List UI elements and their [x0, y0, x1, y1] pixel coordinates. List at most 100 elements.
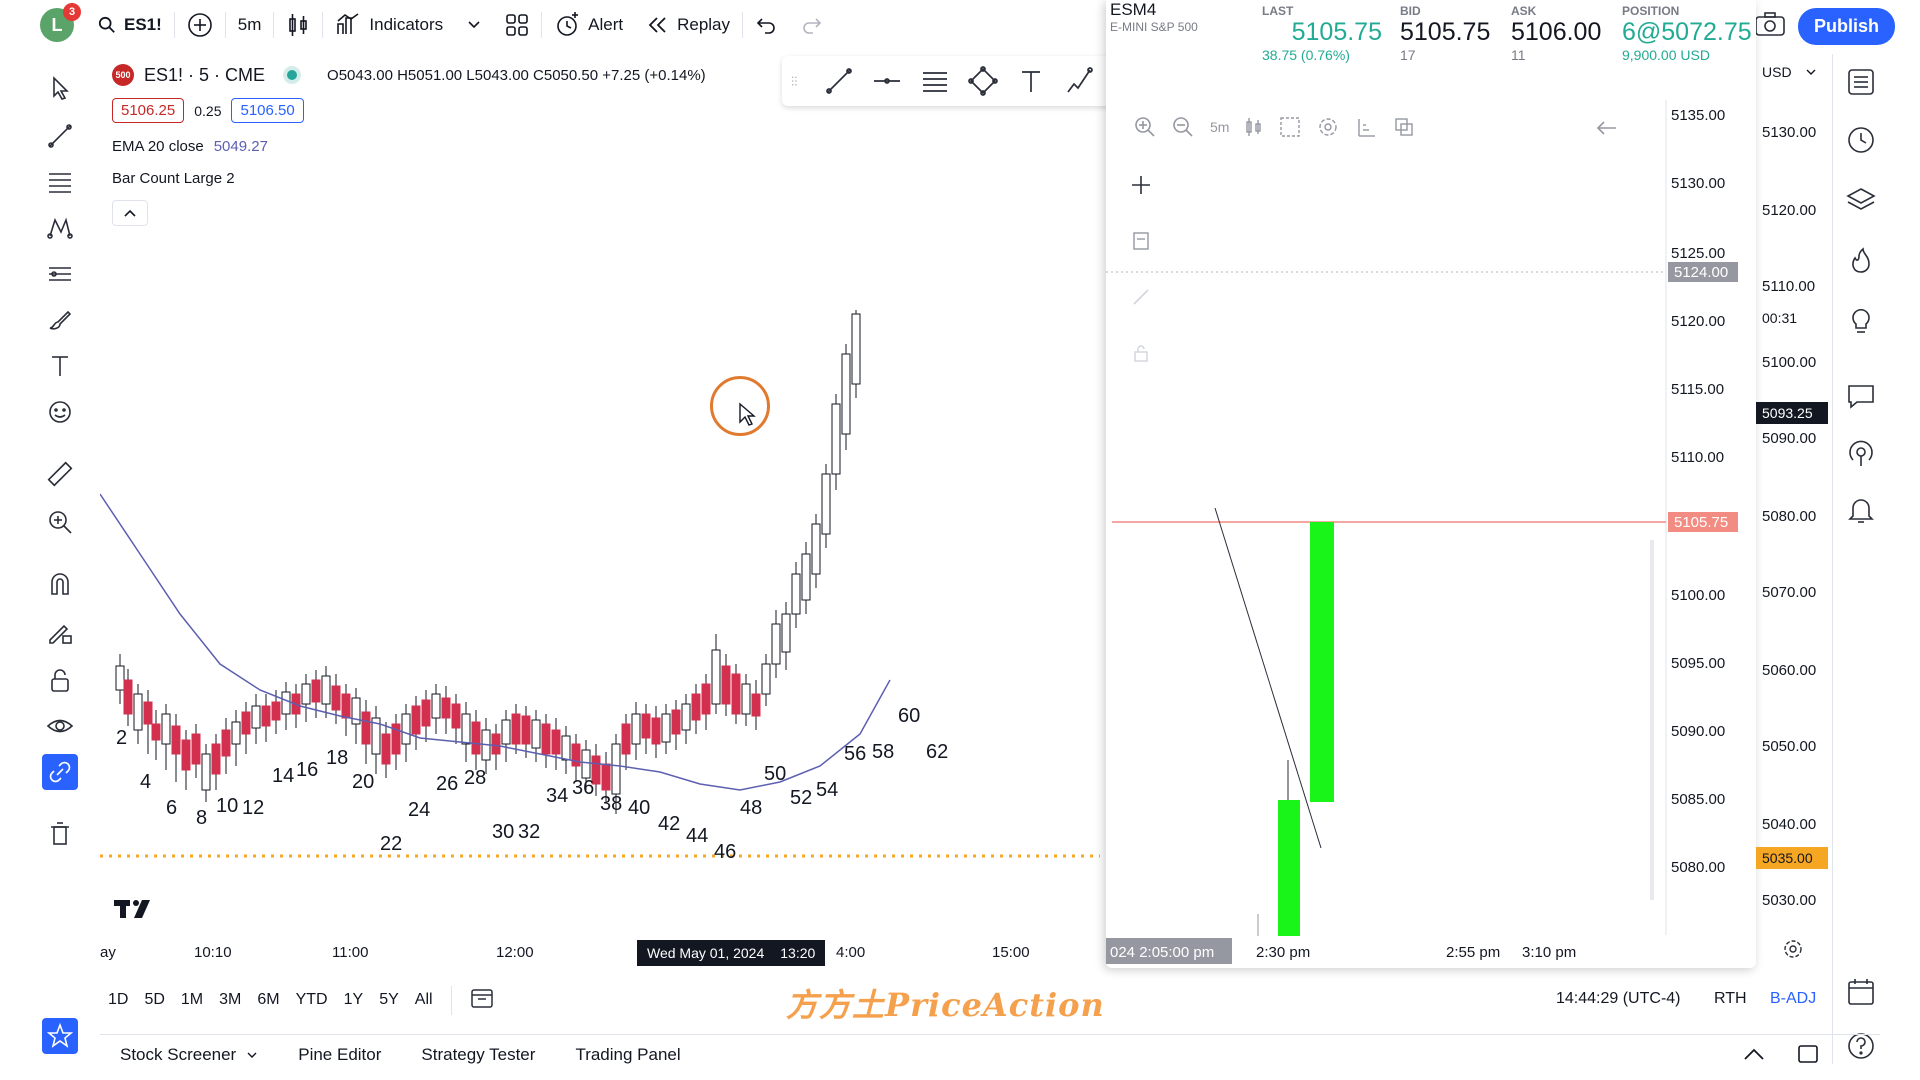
- redo-button[interactable]: [789, 5, 835, 45]
- streams-button[interactable]: [1845, 438, 1881, 474]
- range-5y[interactable]: 5Y: [371, 991, 407, 1009]
- range-all[interactable]: All: [407, 991, 441, 1009]
- range-1d[interactable]: 1D: [100, 991, 136, 1009]
- candle-body: [221, 729, 231, 757]
- avatar[interactable]: L 3: [40, 3, 81, 42]
- ideas-button[interactable]: [1845, 304, 1881, 340]
- sync-drawings-tool[interactable]: [42, 754, 78, 790]
- range-5d[interactable]: 5D: [136, 991, 172, 1009]
- crosshair-time-label: Wed May 01, 2024 13:20: [637, 940, 826, 966]
- main-chart[interactable]: 500 ES1! · 5 · CME O5043.00 H5051.00 L50…: [100, 54, 1100, 934]
- star-icon: [46, 1022, 74, 1048]
- hotlists-button[interactable]: [1845, 244, 1881, 280]
- user-menu[interactable]: L 3: [28, 3, 86, 45]
- fib-tool[interactable]: [42, 164, 78, 200]
- favorites-button[interactable]: [42, 1018, 78, 1054]
- text-icon: [52, 356, 68, 376]
- session-button[interactable]: RTH: [1714, 990, 1747, 1008]
- measure-tool[interactable]: [42, 456, 78, 492]
- candle-body: [781, 613, 791, 653]
- fib-lines-icon[interactable]: [920, 66, 950, 96]
- candle-body: [831, 403, 841, 475]
- magnet-tool[interactable]: [42, 566, 78, 602]
- publish-button[interactable]: Publish: [1798, 8, 1896, 45]
- undo-button[interactable]: [743, 5, 789, 45]
- snapshot-button[interactable]: [1754, 10, 1792, 40]
- candle-body: [711, 649, 721, 705]
- gear-icon[interactable]: [1782, 938, 1804, 960]
- candle-body: [761, 663, 771, 695]
- clock[interactable]: 14:44:29 (UTC-4): [1556, 990, 1681, 1008]
- tradingview-app: L 3 ES1! 5m Indicators Alert Replay Publ…: [0, 0, 1920, 1080]
- brush-tool[interactable]: [42, 302, 78, 338]
- layout-button[interactable]: [493, 5, 541, 45]
- chat-button[interactable]: [1845, 380, 1881, 416]
- forecast-tool[interactable]: [42, 256, 78, 292]
- bar-count-label: 30: [492, 821, 514, 843]
- stay-drawing-tool[interactable]: [42, 614, 78, 650]
- indicators-button[interactable]: Indicators: [323, 5, 455, 45]
- indicators-icon: [337, 13, 359, 34]
- bar-count-label: 12: [242, 797, 264, 819]
- text-icon[interactable]: [1016, 66, 1046, 96]
- indicators-dropdown[interactable]: [455, 5, 493, 45]
- dom-panel[interactable]: ESM4 E-MINI S&P 500 LAST 5105.75 38.75 (…: [1106, 0, 1756, 968]
- lock-drawings-tool[interactable]: [42, 662, 78, 698]
- candle-body: [791, 573, 801, 615]
- range-6m[interactable]: 6M: [249, 991, 287, 1009]
- delete-drawings-tool[interactable]: [42, 816, 78, 852]
- chevron-down-icon: [468, 21, 480, 29]
- candle-body: [751, 693, 761, 717]
- range-bar: 1D 5D 1M 3M 6M YTD 1Y 5Y All 方方土PriceAct…: [100, 982, 1880, 1024]
- price-scale[interactable]: USD 5130.00 5120.00 5110.00 5100.00 5090.00 5…: [1756, 54, 1830, 958]
- cursor-tool[interactable]: [42, 70, 78, 106]
- pattern-icon[interactable]: [968, 66, 998, 96]
- interval-button[interactable]: 5m: [226, 5, 274, 45]
- trendline-tool[interactable]: [42, 118, 78, 154]
- currency-select[interactable]: USD: [1762, 64, 1816, 80]
- tab-stock-screener[interactable]: Stock Screener: [100, 1045, 278, 1065]
- smiley-icon: [49, 401, 71, 423]
- time-label: 12:00: [496, 944, 534, 961]
- pattern-tool[interactable]: [42, 210, 78, 246]
- hide-drawings-tool[interactable]: [42, 708, 78, 744]
- watchlist-button[interactable]: [1845, 66, 1881, 102]
- candle-body: [191, 733, 201, 765]
- tab-strategy-tester[interactable]: Strategy Tester: [401, 1045, 555, 1065]
- range-3m[interactable]: 3M: [211, 991, 249, 1009]
- indicators-label: Indicators: [369, 15, 444, 34]
- range-1m[interactable]: 1M: [173, 991, 211, 1009]
- chart-type-button[interactable]: [274, 5, 322, 45]
- camera-icon: [1755, 12, 1785, 36]
- text-tool[interactable]: [42, 348, 78, 384]
- replay-button[interactable]: Replay: [635, 5, 742, 45]
- trendline-icon[interactable]: [824, 66, 854, 96]
- compare-button[interactable]: [175, 5, 225, 45]
- notifications-button[interactable]: [1845, 494, 1881, 530]
- emoji-tool[interactable]: [42, 394, 78, 430]
- bar-count-label: 32: [518, 821, 540, 843]
- maximize-icon[interactable]: [1796, 1043, 1820, 1065]
- range-1y[interactable]: 1Y: [336, 991, 372, 1009]
- drag-handle-icon[interactable]: [790, 66, 806, 96]
- layers-button[interactable]: [1845, 184, 1881, 220]
- bar-count-label: 8: [196, 807, 207, 829]
- path-icon[interactable]: [1064, 66, 1094, 96]
- alerts-button[interactable]: [1845, 124, 1881, 160]
- alert-label: Alert: [588, 15, 624, 34]
- zoom-tool[interactable]: [42, 504, 78, 540]
- alert-button[interactable]: Alert: [542, 5, 635, 45]
- goto-date-button[interactable]: [450, 985, 502, 1015]
- adjust-button[interactable]: B-ADJ: [1770, 990, 1816, 1008]
- time-axis[interactable]: ay 10:10 11:00 12:00 Wed May 01, 2024 13…: [100, 940, 1100, 970]
- candle-body: [611, 743, 621, 795]
- tradingview-logo[interactable]: [114, 896, 158, 928]
- candle-body: [241, 711, 251, 735]
- symbol-search-button[interactable]: ES1!: [86, 5, 174, 45]
- tab-trading-panel[interactable]: Trading Panel: [555, 1045, 700, 1065]
- horizontal-line-icon[interactable]: [872, 66, 902, 96]
- range-ytd[interactable]: YTD: [288, 991, 336, 1009]
- chevron-up-icon[interactable]: [1742, 1045, 1766, 1063]
- candle-body: [361, 711, 371, 745]
- tab-pine-editor[interactable]: Pine Editor: [278, 1045, 401, 1065]
